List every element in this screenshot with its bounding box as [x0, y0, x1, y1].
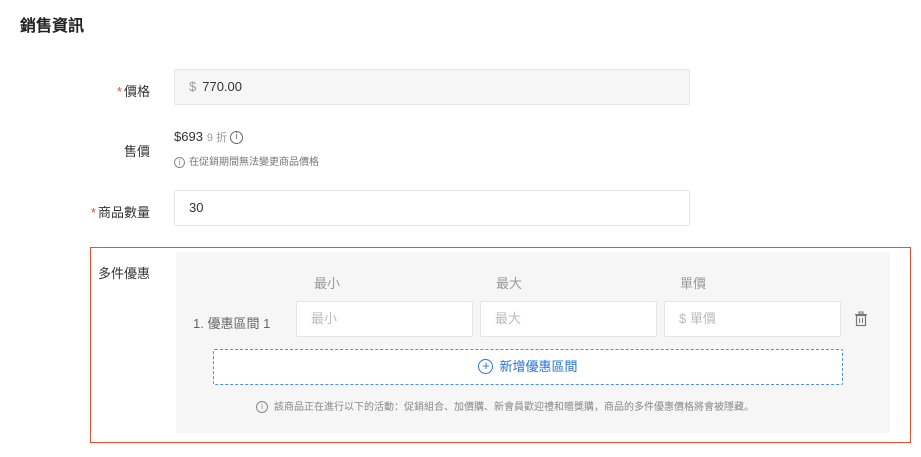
tier-unit-price-input[interactable]: $ 單價 [664, 301, 841, 337]
column-max: 最大 [496, 276, 523, 291]
price-label-text: 價格 [123, 84, 150, 99]
section-title: 銷售資訊 [20, 18, 85, 35]
sale-price: $693 9 折i [174, 129, 244, 145]
sale-price-amount: $693 [174, 129, 203, 144]
add-tier-button[interactable]: + 新增優惠區間 [213, 349, 843, 385]
sale-price-note-text: 在促銷期間無法變更商品價格 [189, 157, 319, 168]
price-value: 770.00 [202, 79, 242, 94]
wholesale-note-text: 該商品正在進行以下的活動：促銷組合、加價購、新會員歡迎禮和贈獎購，商品的多件優惠… [274, 402, 754, 413]
quantity-input[interactable]: 30 [174, 190, 690, 226]
price-label: * 價格 [70, 81, 150, 100]
discount-text: 9 折 [206, 132, 228, 144]
required-mark: * [116, 84, 122, 99]
wholesale-label: 多件優惠 [97, 266, 150, 281]
trash-icon[interactable] [853, 311, 869, 327]
quantity-label: * 商品數量 [70, 202, 150, 221]
info-icon: i [174, 156, 185, 168]
tier-max-input[interactable]: 最大 [480, 301, 657, 337]
sale-price-label: 售價 [123, 144, 150, 159]
tier-label: 1. 優惠區間 1 [193, 316, 271, 331]
price-input[interactable]: $770.00 [174, 69, 690, 105]
wholesale-note: i 該商品正在進行以下的活動：促銷組合、加價購、新會員歡迎禮和贈獎購，商品的多件優… [256, 398, 754, 414]
column-min: 最小 [314, 276, 341, 291]
column-unit-price: 單價 [680, 276, 707, 291]
info-icon[interactable]: i [230, 131, 244, 145]
add-tier-label: 新增優惠區間 [499, 359, 578, 374]
quantity-value: 30 [189, 200, 204, 215]
required-mark: * [90, 205, 96, 220]
quantity-label-text: 商品數量 [97, 205, 150, 220]
info-icon: i [256, 401, 268, 414]
tier-min-input[interactable]: 最小 [296, 301, 473, 337]
sale-price-note: i 在促銷期間無法變更商品價格 [174, 153, 319, 168]
plus-circle-icon: + [478, 359, 494, 375]
currency-prefix: $ [189, 79, 197, 94]
